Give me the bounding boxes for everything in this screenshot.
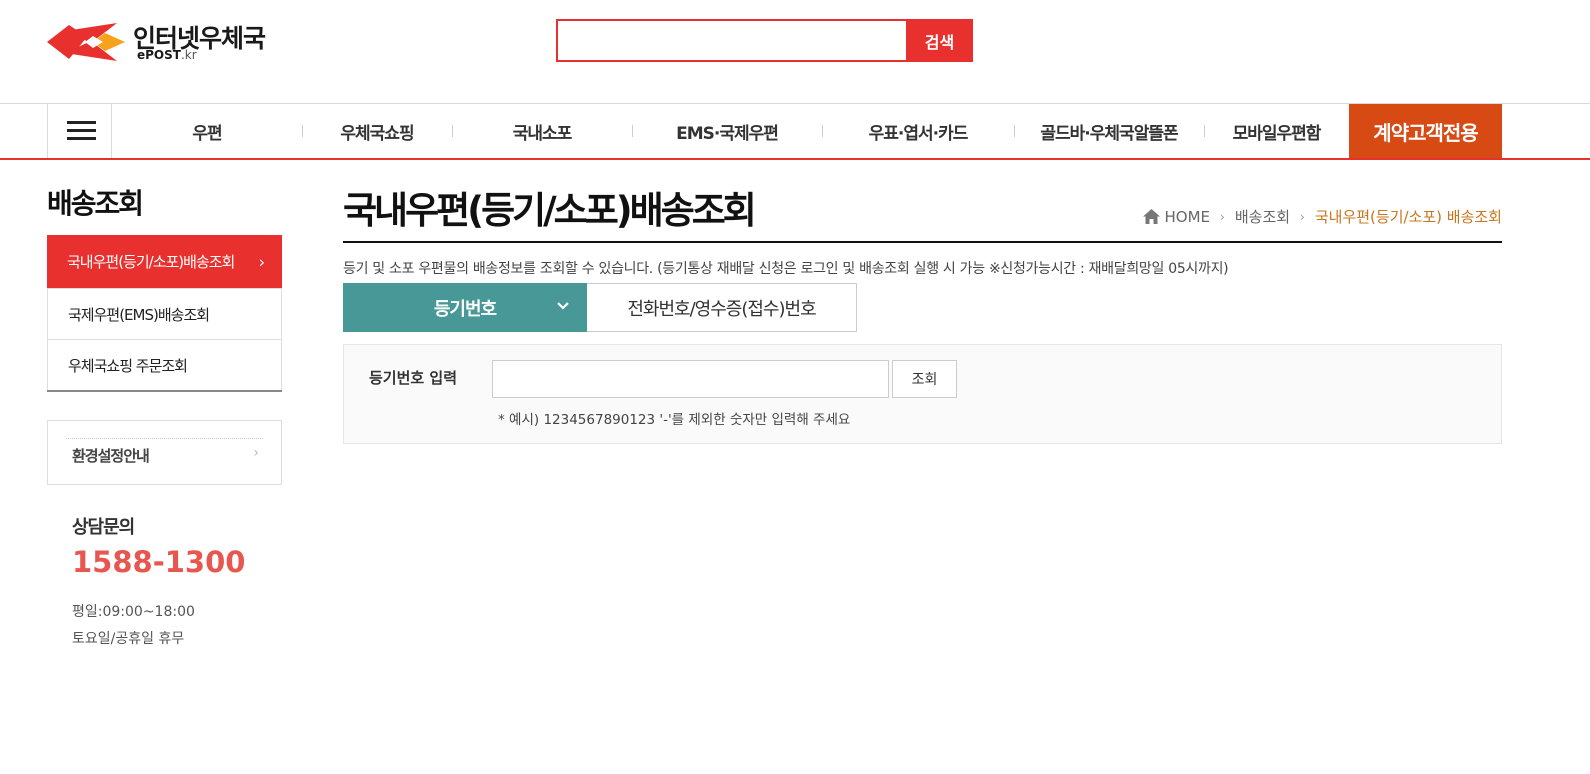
sidebar-item-ems-tracking[interactable]: 국제우편(EMS)배송조회	[47, 288, 282, 339]
title-divider	[343, 241, 1502, 243]
chevron-right-icon: ›	[258, 252, 265, 271]
chevron-right-icon: ›	[1220, 209, 1225, 224]
home-icon	[1142, 209, 1160, 224]
search-button[interactable]: 검색	[906, 19, 973, 62]
epost-logo-icon	[47, 23, 125, 61]
gnb-item-goldbar-phone[interactable]: 골드바·우체국알뜰폰	[1014, 104, 1204, 158]
contract-customer-button[interactable]: 계약고객전용	[1349, 104, 1502, 159]
tracking-form: 등기번호 입력 조회 * 예시) 1234567890123 '-'를 제외한 …	[343, 344, 1502, 444]
contact-title: 상담문의	[72, 517, 135, 538]
logo-subtitle: ePOST.kr	[137, 48, 197, 62]
env-settings-label: 환경설정안내	[72, 447, 150, 465]
sidebar-item-domestic-tracking[interactable]: 국내우편(등기/소포)배송조회 ›	[47, 235, 282, 288]
tab-registered-number[interactable]: 등기번호	[343, 283, 587, 332]
gnb-item-stamps[interactable]: 우표·엽서·카드	[822, 104, 1014, 158]
sidebar-item-label: 국내우편(등기/소포)배송조회	[67, 253, 235, 271]
lookup-button[interactable]: 조회	[892, 360, 957, 398]
contact-phone: 1588-1300	[72, 545, 246, 579]
search-input[interactable]	[556, 19, 907, 62]
tab-phone-receipt-number[interactable]: 전화번호/영수증(접수)번호	[587, 283, 857, 332]
page-description: 등기 및 소포 우편물의 배송정보를 조회할 수 있습니다. (등기통상 재배달…	[343, 261, 1229, 277]
sidebar-item-shopping-order[interactable]: 우체국쇼핑 주문조회	[47, 339, 282, 390]
tab-label: 등기번호	[433, 298, 497, 320]
tracking-number-hint: * 예시) 1234567890123 '-'를 제외한 숫자만 입력해 주세요	[498, 412, 851, 428]
site-logo[interactable]: 인터넷우체국 ePOST.kr	[47, 19, 287, 65]
page-title: 국내우편(등기/소포)배송조회	[343, 189, 757, 232]
gnb-item-mobile-mailbox[interactable]: 모바일우편함	[1204, 104, 1349, 158]
logo-sub-domain: .kr	[180, 48, 197, 62]
breadcrumb-current: 국내우편(등기/소포) 배송조회	[1314, 208, 1502, 226]
tab-label: 전화번호/영수증(접수)번호	[627, 298, 816, 320]
lnb-title: 배송조회	[47, 187, 144, 220]
chevron-right-icon: ›	[253, 445, 259, 461]
gnb-item-shopping[interactable]: 우체국쇼핑	[302, 104, 452, 158]
gnb-item-parcel[interactable]: 국내소포	[452, 104, 632, 158]
breadcrumb: HOME › 배송조회 › 국내우편(등기/소포) 배송조회	[1142, 206, 1502, 227]
chevron-down-icon	[557, 302, 569, 310]
gnb-item-post[interactable]: 우편	[112, 104, 302, 158]
logo-sub-main: ePOST	[137, 48, 181, 62]
breadcrumb-home[interactable]: HOME	[1165, 208, 1211, 226]
chevron-right-icon: ›	[1300, 209, 1305, 224]
hamburger-icon[interactable]	[47, 104, 112, 158]
side-nav: 국내우편(등기/소포)배송조회 › 국제우편(EMS)배송조회 우체국쇼핑 주문…	[47, 235, 282, 392]
tracking-number-input[interactable]	[492, 360, 889, 398]
tracking-number-label: 등기번호 입력	[369, 369, 458, 387]
contact-hours-weekday: 평일:09:00~18:00	[72, 604, 195, 620]
env-settings-link[interactable]: 환경설정안내 ›	[47, 420, 282, 485]
gnb-item-ems[interactable]: EMS·국제우편	[632, 104, 822, 158]
global-nav: 우편 우체국쇼핑 국내소포 EMS·국제우편 우표·엽서·카드 골드바·우체국알…	[112, 104, 1349, 158]
breadcrumb-tracking[interactable]: 배송조회	[1235, 206, 1290, 227]
sidebar-item-label: 국제우편(EMS)배송조회	[68, 305, 210, 324]
gnb-bottom-divider	[0, 158, 1590, 160]
dotted-divider	[66, 438, 263, 439]
sidebar-item-label: 우체국쇼핑 주문조회	[68, 356, 188, 375]
contact-hours-weekend: 토요일/공휴일 휴무	[72, 631, 185, 647]
